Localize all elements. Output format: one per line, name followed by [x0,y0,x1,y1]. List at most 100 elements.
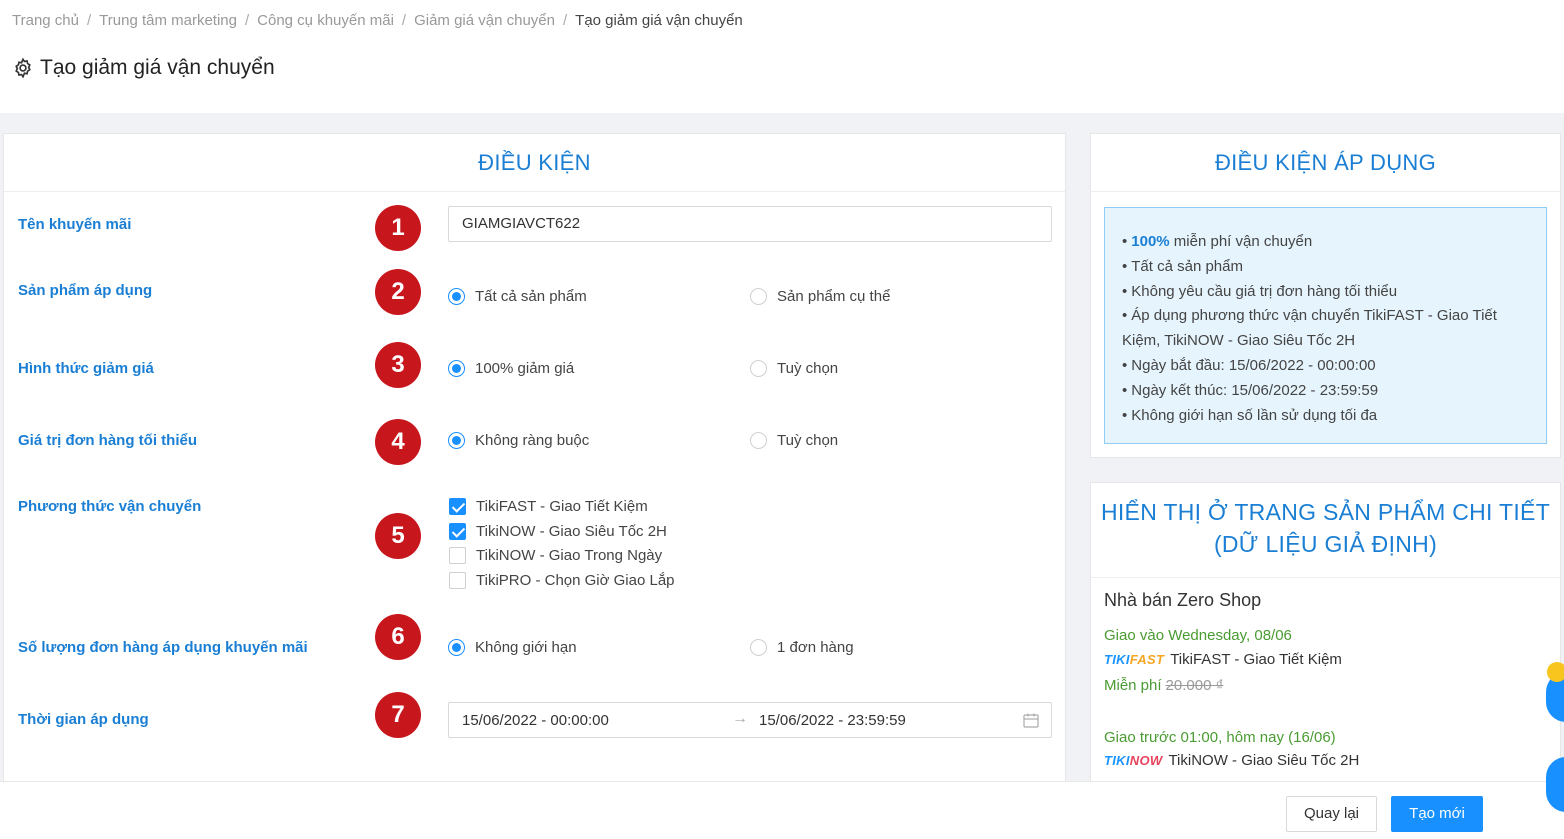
logo-part: FAST [1129,652,1165,667]
radio-label: 100% giảm giá [475,360,575,377]
radio-100-percent[interactable]: 100% giảm giá [448,360,574,377]
breadcrumb-separator: / [563,12,568,29]
breadcrumb-separator: / [86,12,92,29]
step-badge-4: 4 [375,419,421,465]
date-start-input[interactable]: 15/06/2022 - 00:00:00 [462,712,609,729]
radio-no-constraint[interactable]: Không ràng buộc [448,432,589,449]
label-min-order: Giá trị đơn hàng tối thiểu [18,432,197,449]
arrow-right-icon: → [732,710,748,727]
breadcrumb-marketing-center[interactable]: Trung tâm marketing [99,12,237,29]
bullet: • [1122,307,1128,325]
step-badge-3: 3 [375,342,421,388]
radio-label: Tuỳ chọn [777,432,839,449]
checkbox-tikinow-2h[interactable]: TikiNOW - Giao Siêu Tốc 2H [449,523,667,540]
preview-title-line: (DỮ LIỆU GIẢ ĐỊNH) [1213,531,1438,557]
breadcrumb: Trang chủ / Trung tâm marketing / Công cụ kh… [12,12,743,29]
radio-one-order[interactable]: 1 đơn hàng [750,639,854,656]
breadcrumb-shipping-discount[interactable]: Giảm giá vận chuyển [414,12,555,29]
radio-discount-custom[interactable]: Tuỳ chọn [750,360,838,377]
radio-dot [448,432,465,449]
checkbox-tikinow-sameday[interactable]: TikiNOW - Giao Trong Ngày [449,547,662,564]
step-badge-1: 1 [375,205,421,251]
radio-label: Tất cả sản phẩm [475,288,587,305]
condition-text: Ngày kết thúc: 15/06/2022 - 23:59:59 [1131,381,1379,399]
footer-action-bar: Quay lại Tạo mới [0,781,1564,839]
applied-condition-item: • Tất cả sản phẩm [1122,255,1546,280]
preview-title-line: HIỂN THỊ Ở TRANG SẢN PHẨM CHI TIẾT [1100,499,1551,525]
label-applied-products: Sản phẩm áp dụng [18,282,153,299]
radio-dot [750,288,767,305]
checkbox-box [449,572,466,589]
delivery-date: Giao trước 01:00, hôm nay (16/06) [1104,729,1336,746]
product-preview-card: HIỂN THỊ Ở TRANG SẢN PHẨM CHI TIẾT (DỮ L… [1090,482,1561,802]
condition-text: Không yêu cầu giá trị đơn hàng tối thiểu [1131,282,1398,300]
radio-specific-products[interactable]: Sản phẩm cụ thể [750,288,890,305]
applied-condition-item: • Không giới hạn số lần sử dụng tối đa [1122,404,1546,429]
step-badge-6: 6 [375,614,421,660]
date-range-picker[interactable]: 15/06/2022 - 00:00:00 → 15/06/2022 - 23:… [448,702,1052,738]
seller-name: Nhà bán Zero Shop [1104,590,1262,610]
radio-all-products[interactable]: Tất cả sản phẩm [448,288,587,305]
checkbox-box [449,498,466,515]
logo-part: NOW [1129,753,1163,768]
old-price: 20.000 ₫ [1165,677,1224,694]
applied-conditions-title: ĐIỀU KIỆN ÁP DỤNG [1091,134,1560,192]
bullet: • [1122,356,1128,374]
label-discount-type: Hình thức giảm giá [18,360,154,377]
radio-min-order-custom[interactable]: Tuỳ chọn [750,432,838,449]
radio-label: Tuỳ chọn [777,360,839,377]
shipping-fee: Miễn phí 20.000 ₫ [1104,677,1223,694]
breadcrumb-separator: / [401,12,407,29]
checkbox-label: TikiNOW - Giao Siêu Tốc 2H [476,523,667,540]
conditions-title: ĐIỀU KIỆN [4,134,1065,192]
step-badge-2: 2 [375,269,421,315]
create-button[interactable]: Tạo mới [1391,796,1483,832]
page-header: Trang chủ / Trung tâm marketing / Công cụ kh… [0,0,1564,113]
radio-dot [750,639,767,656]
gear-icon [15,57,31,79]
promo-name-input[interactable]: GIAMGIAVCT622 [448,206,1052,242]
delivery-date: Giao vào Wednesday, 08/06 [1104,627,1292,644]
page-title-text: Tạo giảm giá vận chuyển [40,56,275,79]
radio-dot [448,288,465,305]
label-apply-time: Thời gian áp dụng [18,711,149,728]
condition-text: Áp dụng phương thức vận chuyển TikiFAST … [1131,307,1497,325]
checkbox-tikipro[interactable]: TikiPRO - Chọn Giờ Giao Lắp [449,572,675,589]
notification-dot-icon [1547,662,1564,682]
breadcrumb-home[interactable]: Trang chủ [12,12,79,29]
applied-conditions-card: ĐIỀU KIỆN ÁP DỤNG • 100% miễn phí vận chu… [1090,133,1561,458]
radio-label: Không giới hạn [475,639,577,656]
condition-text: Kiệm, TikiNOW - Giao Siêu Tốc 2H [1122,332,1356,350]
radio-label: 1 đơn hàng [777,639,854,656]
radio-dot [750,432,767,449]
tikinow-logo: TIKINOW [1104,753,1162,768]
date-end-input[interactable]: 15/06/2022 - 23:59:59 [759,712,906,729]
checkbox-box [449,547,466,564]
highlight-percent: 100% [1131,233,1170,250]
label-order-count: Số lượng đơn hàng áp dụng khuyến mãi [18,639,308,656]
breadcrumb-promo-tools[interactable]: Công cụ khuyến mãi [257,12,394,29]
applied-condition-item: • Áp dụng phương thức vận chuyển TikiFAST… [1122,304,1546,329]
checkbox-tikifast[interactable]: TikiFAST - Giao Tiết Kiệm [449,498,648,515]
condition-text: Tất cả sản phẩm [1131,257,1243,275]
back-button[interactable]: Quay lại [1286,796,1377,832]
calendar-icon[interactable] [1023,713,1039,728]
bullet: • [1122,381,1128,399]
breadcrumb-current: Tạo giảm giá vận chuyển [575,12,743,29]
shipping-method-name: TikiNOW - Giao Siêu Tốc 2H [1168,752,1360,769]
applied-condition-item: Kiệm, TikiNOW - Giao Siêu Tốc 2H [1122,329,1546,354]
checkbox-label: TikiNOW - Giao Trong Ngày [476,547,663,564]
step-badge-7: 7 [375,692,421,738]
radio-label: Sản phẩm cụ thể [777,288,891,305]
radio-label: Không ràng buộc [475,432,590,449]
shipping-method-name: TikiFAST - Giao Tiết Kiệm [1170,651,1342,668]
conditions-card: ĐIỀU KIỆN Tên khuyến mãi 1 GIAMGIAVCT622… [3,133,1066,793]
bullet: • [1122,257,1128,275]
applied-condition-item: • Ngày kết thúc: 15/06/2022 - 23:59:59 [1122,379,1546,404]
radio-unlimited[interactable]: Không giới hạn [448,639,577,656]
radio-dot [448,360,465,377]
shipping-option: TIKIFAST TikiFAST - Giao Tiết Kiệm [1104,651,1342,668]
bullet: • [1122,233,1128,250]
shipping-option: TIKINOW TikiNOW - Giao Siêu Tốc 2H [1104,752,1359,769]
free-label: Miễn phí [1104,677,1162,694]
